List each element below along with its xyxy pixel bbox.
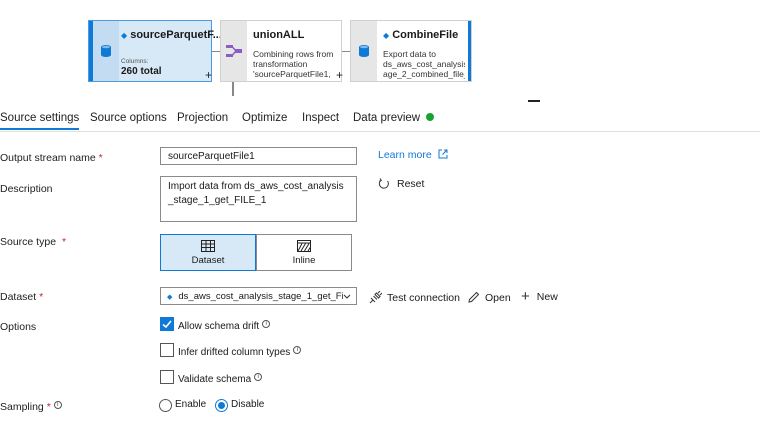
learn-more-link[interactable]: Learn more [378, 149, 448, 161]
sink-node-icon-area [351, 21, 377, 81]
test-connection-button[interactable]: Test connection [369, 291, 460, 304]
source-node-title-text: sourceParquetF... [130, 29, 222, 41]
add-after-source-button[interactable]: + [205, 68, 212, 82]
status-dot-icon [426, 113, 435, 121]
info-icon[interactable]: i [53, 401, 62, 409]
sampling-disable-label: Disable [231, 399, 265, 410]
options-label: Options [0, 321, 37, 333]
required-marker: * [61, 236, 67, 248]
database-icon [359, 45, 369, 57]
dataset-label: Dataset * [0, 291, 43, 303]
open-label: Open [485, 291, 511, 304]
dataset-diamond-icon: ◆ [167, 294, 173, 301]
tab-inspect[interactable]: Inspect [302, 112, 339, 124]
plus-icon: + [521, 288, 530, 305]
required-marker: * [46, 401, 51, 413]
dataset-option-label: Dataset [191, 254, 225, 266]
validate-schema-text: Validate schema [178, 374, 252, 385]
reset-button[interactable]: Reset [378, 178, 424, 190]
infer-drifted-types-label: Infer drifted column types i [178, 346, 302, 358]
dataset-select-value: ds_aws_cost_analysis_stage_1_get_Fi... [178, 291, 352, 302]
tab-data-preview[interactable]: Data preview [353, 112, 435, 124]
info-icon[interactable]: i [293, 346, 302, 354]
sampling-label-text: Sampling [0, 401, 44, 413]
info-icon[interactable]: i [254, 373, 263, 381]
description-label: Description [0, 183, 53, 195]
external-link-icon [438, 149, 448, 159]
open-button[interactable]: Open [467, 291, 511, 304]
validate-schema-checkbox[interactable] [160, 370, 174, 384]
new-button[interactable]: + New [521, 288, 558, 305]
description-textarea[interactable]: Import data from ds_aws_cost_analysis_st… [160, 176, 357, 222]
reset-label: Reset [397, 178, 425, 190]
columns-label: Columns: [121, 58, 149, 65]
source-type-inline-button[interactable]: Inline [256, 234, 352, 271]
sampling-disable-radio[interactable] [215, 399, 228, 412]
tab-projection[interactable]: Projection [177, 112, 228, 124]
required-marker: * [39, 291, 44, 303]
sink-node-description: Export data to ds_aws_cost_analysis_St a… [383, 49, 465, 79]
allow-schema-drift-text: Allow schema drift [178, 321, 260, 332]
checkmark-icon [162, 320, 172, 329]
tab-source-settings[interactable]: Source settings [0, 112, 80, 130]
tab-optimize[interactable]: Optimize [242, 112, 287, 124]
union-node-description: Combining rows from transformation 'sour… [253, 49, 334, 79]
sampling-enable-label: Enable [175, 399, 207, 410]
plug-icon [369, 291, 382, 304]
union-node-title: unionALL [253, 29, 305, 41]
source-type-label-text: Source type [0, 236, 57, 248]
source-type-label: Source type * [0, 236, 66, 248]
sampling-label: Sampling * i [0, 401, 62, 413]
learn-more-text: Learn more [378, 149, 432, 161]
sink-node-title-text: CombineFile [392, 29, 459, 41]
sampling-enable-radio[interactable] [159, 399, 172, 412]
output-stream-input[interactable]: sourceParquetFile1 [160, 147, 357, 165]
source-node-title: ◆ sourceParquetF... [121, 29, 222, 41]
dataset-select[interactable]: ◆ ds_aws_cost_analysis_stage_1_get_Fi... [160, 287, 357, 305]
required-marker: * [98, 152, 103, 164]
source-type-dataset-button[interactable]: Dataset [160, 234, 256, 271]
tab-source-options[interactable]: Source options [90, 112, 167, 124]
allow-schema-drift-checkbox[interactable] [160, 317, 174, 331]
union-node-stub [232, 82, 234, 96]
reset-icon [378, 178, 389, 189]
test-connection-label: Test connection [387, 291, 460, 304]
node-accent-bar [468, 21, 471, 81]
source-node[interactable]: ◆ sourceParquetF... Columns: 260 total [88, 20, 222, 82]
output-stream-label: Output stream name * [0, 152, 103, 164]
database-icon [101, 45, 111, 57]
allow-schema-drift-label: Allow schema drift i [178, 320, 271, 332]
sink-node-title: ◆ CombineFile [383, 29, 458, 41]
union-node[interactable]: unionALL Combining rows from transformat… [220, 20, 342, 82]
source-node-icon-area [93, 21, 119, 81]
connector-line [212, 51, 220, 52]
chevron-down-icon [343, 294, 351, 300]
union-icon [226, 45, 242, 57]
diamond-icon: ◆ [383, 31, 390, 40]
columns-count: 260 total [121, 66, 162, 77]
settings-tabs: Source settings Source options Projectio… [0, 106, 760, 132]
dataset-label-text: Dataset [0, 291, 37, 303]
inline-option-label: Inline [292, 254, 316, 266]
sink-node[interactable]: ◆ CombineFile Export data to ds_aws_cost… [350, 20, 472, 82]
diamond-icon: ◆ [121, 31, 128, 40]
output-stream-label-text: Output stream name [0, 152, 96, 164]
infer-drifted-types-text: Infer drifted column types [178, 347, 291, 358]
new-label: New [536, 291, 558, 303]
infer-drifted-types-checkbox[interactable] [160, 343, 174, 357]
info-icon[interactable]: i [262, 320, 271, 328]
connector-line [342, 51, 350, 52]
table-icon [201, 239, 215, 252]
divider-mark [528, 100, 540, 102]
union-node-icon-area [221, 21, 247, 81]
add-after-union-button[interactable]: + [336, 68, 343, 82]
validate-schema-label: Validate schema i [178, 373, 263, 385]
pencil-icon [468, 291, 480, 303]
tab-data-preview-label: Data preview [353, 112, 421, 124]
inline-table-icon [297, 239, 311, 252]
